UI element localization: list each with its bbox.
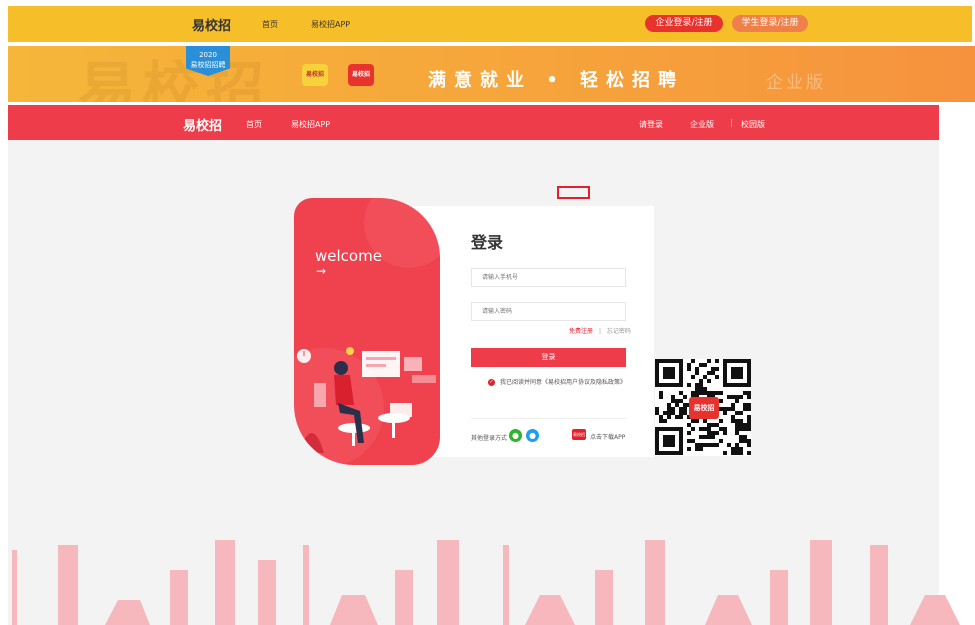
account-links: 免费注册 | 忘记密码	[569, 326, 631, 335]
wechat-icon[interactable]: ●	[509, 429, 522, 442]
nav-home-link[interactable]: 首页	[262, 19, 278, 30]
enterprise-login-button[interactable]: 企业登录/注册	[645, 15, 723, 32]
forgot-password-link[interactable]: 忘记密码	[607, 328, 631, 335]
qr-logo: 易校招	[689, 397, 719, 419]
login-title: 登录	[471, 233, 504, 252]
banner-watermark: 易校招	[78, 55, 271, 102]
login-button[interactable]: 登录	[471, 348, 626, 367]
agreement-row: ✓ 我已阅读并同意《易校招用户协议及隐私政策》	[488, 377, 626, 386]
nav-home[interactable]: 首页	[246, 119, 262, 130]
main-navbar: 易校招 首页 易校招APP 请登录 企业版 | 校园版	[8, 105, 939, 140]
site-logo[interactable]: 易校招	[192, 15, 231, 34]
badge-text: 易校招招聘	[190, 61, 226, 69]
phone-input[interactable]	[471, 268, 626, 287]
nav-app-link[interactable]: 易校招APP	[311, 19, 350, 30]
nav-app[interactable]: 易校招APP	[291, 119, 330, 130]
promo-banner[interactable]: 易校招 2020 易校招招聘 易校招 易校招 满意就业 • 轻松招聘 企业版	[8, 46, 975, 102]
top-navbar: 易校招 首页 易校招APP 企业登录/注册 学生登录/注册	[8, 6, 972, 42]
download-app-link[interactable]: 点击下载APP	[590, 432, 625, 441]
check-icon[interactable]: ✓	[488, 379, 495, 386]
student-login-button[interactable]: 学生登录/注册	[732, 15, 808, 32]
app-download-icon[interactable]: 易校招	[572, 429, 586, 440]
link-separator: |	[598, 328, 601, 335]
qq-icon[interactable]: ●	[526, 429, 539, 442]
nav-enterprise[interactable]: 企业版	[690, 119, 714, 130]
app-icon-yellow: 易校招	[302, 64, 328, 86]
banner-edition: 企业版	[766, 73, 826, 93]
welcome-panel: welcome →	[294, 198, 440, 465]
arrow-right-icon: →	[316, 264, 327, 278]
welcome-text: welcome	[315, 247, 382, 265]
nav-campus[interactable]: 校园版	[741, 119, 765, 130]
password-input[interactable]	[471, 302, 626, 321]
nav-separator: |	[730, 118, 733, 127]
badge-year: 2020	[199, 51, 217, 59]
city-skyline	[12, 540, 960, 625]
divider	[471, 418, 626, 419]
nav-please-login[interactable]: 请登录	[639, 119, 663, 130]
nav-logo[interactable]: 易校招	[183, 115, 222, 134]
app-icon-red: 易校招	[348, 64, 374, 86]
register-link[interactable]: 免费注册	[569, 328, 593, 335]
qr-code-icon: 易校招	[655, 359, 751, 456]
other-login-label: 其他登录方式	[471, 435, 508, 442]
banner-slogan: 满意就业 • 轻松招聘	[428, 70, 685, 91]
illustration	[297, 347, 436, 453]
agreement-text[interactable]: 我已阅读并同意《易校招用户协议及隐私政策》	[500, 379, 626, 386]
